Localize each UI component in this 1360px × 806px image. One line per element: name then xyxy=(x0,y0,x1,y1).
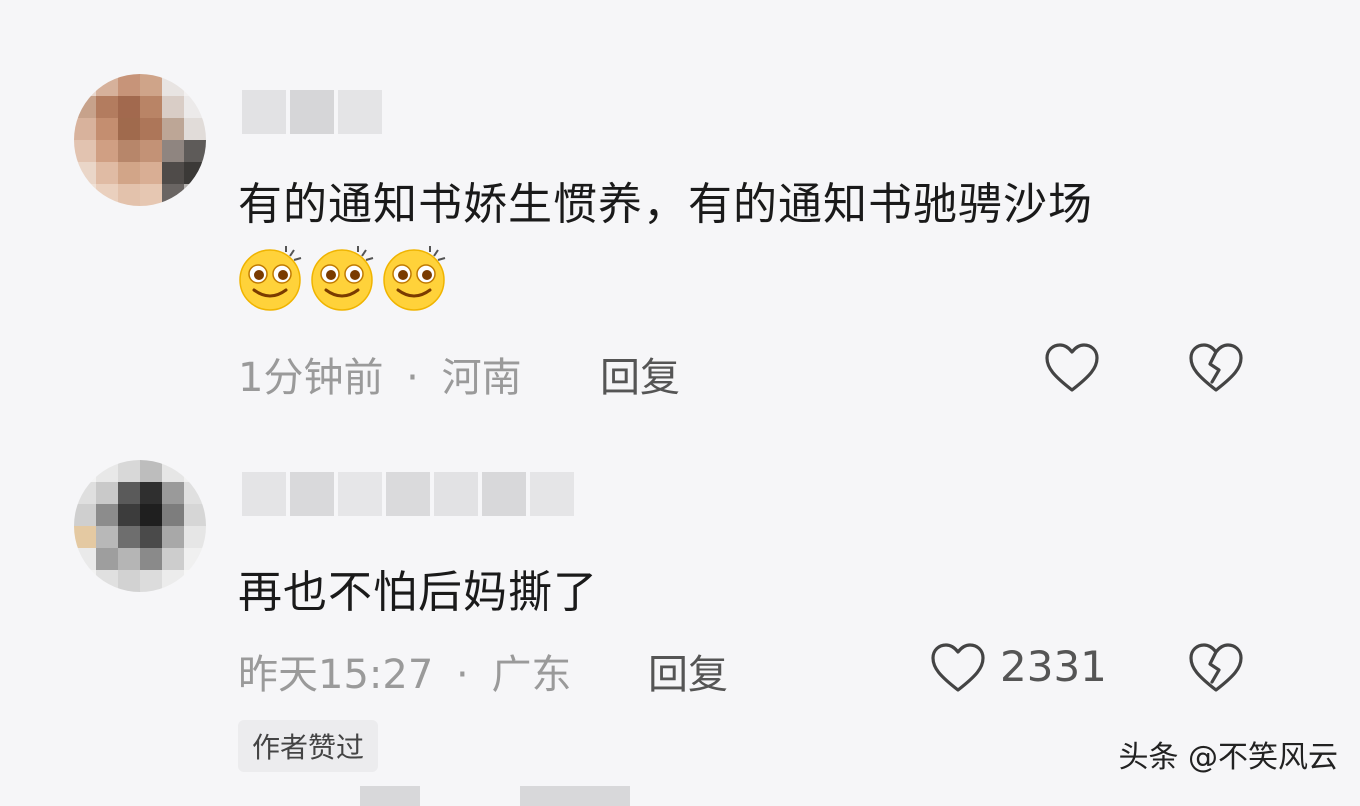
comment-meta: 1分钟前 · 河南 xyxy=(238,345,522,403)
meta-separator: · xyxy=(456,652,469,698)
like-count: 2331 xyxy=(1000,642,1107,691)
avatar[interactable] xyxy=(74,74,206,206)
smile-emoji-icon xyxy=(383,246,446,311)
comment-time: 昨天15:27 xyxy=(238,652,434,698)
comment-text: 有的通知书娇生惯养，有的通知书驰骋沙场 xyxy=(238,179,1093,230)
username[interactable] xyxy=(242,90,382,134)
avatar[interactable] xyxy=(74,460,206,592)
comment-item: 再也不怕后妈撕了 昨天15:27 · 广东 回复 2331 作者赞过 xyxy=(0,420,1360,780)
reply-button[interactable]: 回复 xyxy=(648,642,728,700)
emoji-row xyxy=(236,244,448,312)
reply-button[interactable]: 回复 xyxy=(600,345,680,403)
next-comment-peek xyxy=(360,786,420,806)
broken-heart-icon[interactable] xyxy=(1188,642,1244,694)
author-liked-badge: 作者赞过 xyxy=(238,720,379,772)
heart-icon[interactable] xyxy=(930,642,986,694)
next-comment-peek xyxy=(520,786,630,806)
username[interactable] xyxy=(242,472,574,516)
comment-location: 河南 xyxy=(441,355,522,401)
comment-location: 广东 xyxy=(491,652,572,698)
watermark: 头条 @不笑风云 xyxy=(1118,740,1338,775)
comment-item: 有的通知书娇生惯养，有的通知书驰骋沙场 1分钟前 · 河南 回复 xyxy=(0,0,1360,420)
comment-meta: 昨天15:27 · 广东 xyxy=(238,642,571,700)
smile-emoji-icon xyxy=(239,246,302,311)
comment-time: 1分钟前 xyxy=(238,355,384,401)
comment-text: 再也不怕后妈撕了 xyxy=(238,567,598,618)
meta-separator: · xyxy=(406,355,419,401)
heart-icon[interactable] xyxy=(1044,342,1100,394)
broken-heart-icon[interactable] xyxy=(1188,342,1244,394)
smile-emoji-icon xyxy=(311,246,374,311)
